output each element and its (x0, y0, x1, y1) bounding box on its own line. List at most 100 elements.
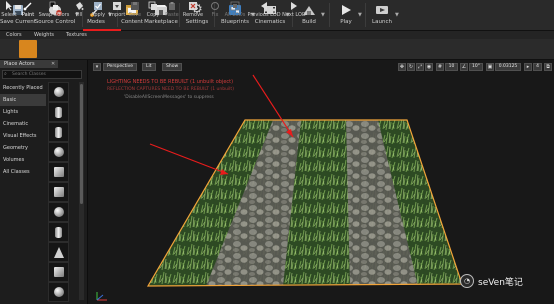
build-dropdown-icon[interactable]: ▼ (321, 12, 325, 18)
paste-icon (167, 1, 177, 11)
swap-colors-button[interactable]: Swap Colors (38, 0, 70, 20)
import-button[interactable]: Import (108, 0, 126, 20)
plane-icon (53, 267, 64, 277)
search-icon: ⌕ (4, 71, 7, 77)
fix-button[interactable]: Fix (210, 0, 220, 20)
search-input[interactable]: Search Classes (2, 70, 82, 79)
apply-button[interactable]: Apply (90, 0, 106, 20)
scale-value[interactable]: 0.03125 (495, 63, 521, 71)
remove-label: Remove (182, 12, 204, 18)
grid-value[interactable]: 10 (445, 63, 458, 71)
remove-button[interactable]: Remove (182, 0, 204, 20)
lit-button[interactable]: Lit (142, 63, 156, 71)
suppress-hint: 'DisableAllScreenMessages' to suppress (124, 95, 214, 100)
actor-slot[interactable] (48, 182, 69, 202)
category-cinematic[interactable]: Cinematic (0, 118, 46, 130)
actor-slot[interactable] (48, 242, 69, 262)
fix-label: Fix (211, 12, 219, 18)
fill-tool-button[interactable]: Fill (72, 0, 86, 20)
launch-label: Launch (372, 19, 392, 25)
actor-slot[interactable] (48, 82, 69, 102)
translate-icon[interactable]: ✥ (398, 63, 406, 71)
pawn-icon (55, 126, 62, 138)
apply-label: Apply (90, 12, 106, 18)
place-actors-tab[interactable]: Place Actors (0, 60, 58, 68)
scale-icon[interactable]: ⤢ (416, 63, 424, 71)
play-button[interactable]: Play (336, 1, 356, 29)
actor-slot[interactable] (48, 262, 69, 282)
toolbar-separator (365, 3, 366, 27)
terrain-plane (148, 120, 462, 286)
actor-slot[interactable] (48, 162, 69, 182)
play-icon (339, 3, 353, 17)
toolbar-separator (329, 3, 330, 27)
category-recently-placed[interactable]: Recently Placed (0, 82, 46, 94)
sphere-icon (53, 147, 64, 157)
category-volumes[interactable]: Volumes (0, 154, 46, 166)
sphere-icon (53, 87, 64, 97)
actor-slot[interactable] (48, 142, 69, 162)
import-icon (112, 1, 122, 11)
cube-icon (53, 187, 64, 197)
category-basic[interactable]: Basic (0, 94, 46, 106)
next-lod-button[interactable]: Next LOD (282, 0, 306, 20)
scale-snap-icon[interactable]: ▣ (486, 63, 494, 71)
actor-slot[interactable] (48, 102, 69, 122)
select-tool-label: Select (1, 12, 17, 18)
import-label: Import (108, 12, 126, 18)
save-icon (130, 1, 140, 11)
remove-icon (188, 1, 198, 11)
sphere-icon (53, 287, 64, 297)
paint-tool-button[interactable]: Paint (20, 0, 36, 20)
select-tool-button[interactable]: Select (1, 0, 17, 20)
category-visual-effects[interactable]: Visual Effects (0, 130, 46, 142)
angle-snap-icon[interactable]: ∠ (460, 63, 468, 71)
paint-tool-label: Paint (21, 12, 35, 18)
launch-dropdown-icon[interactable]: ▼ (395, 12, 399, 18)
launch-button[interactable]: Launch (370, 1, 394, 29)
play-dropdown-icon[interactable]: ▼ (358, 12, 362, 18)
paste-label: Paste (165, 12, 179, 18)
angle-value[interactable]: 10° (469, 63, 483, 71)
category-all-classes[interactable]: All Classes (0, 166, 46, 178)
save-button[interactable]: Save (128, 0, 142, 20)
fill-tool-label: Fill (75, 12, 83, 18)
previous-lod-button[interactable]: Previous LOD (247, 0, 281, 20)
bucket-icon (74, 1, 84, 11)
perspective-button[interactable]: Perspective (103, 63, 138, 71)
tab-textures[interactable]: Textures (66, 31, 87, 39)
swap-colors-label: Swap Colors (38, 12, 70, 18)
wechat-icon: ◔ (460, 274, 474, 288)
rotate-icon[interactable]: ↻ (407, 63, 415, 71)
paste-button[interactable]: Paste (164, 0, 180, 20)
axis-gizmo (95, 290, 115, 304)
camera-speed-icon[interactable]: ▸ (524, 63, 532, 71)
actor-slot[interactable] (48, 222, 69, 242)
sphere-icon (53, 207, 64, 217)
actor-slot[interactable] (48, 122, 69, 142)
check-icon (93, 1, 103, 11)
actor-slot[interactable] (48, 282, 69, 302)
next-icon (289, 1, 299, 11)
viewport-options-icon[interactable]: ▾ (93, 63, 101, 71)
category-lights[interactable]: Lights (0, 106, 46, 118)
tab-weights[interactable]: Weights (34, 31, 54, 39)
cube-icon (53, 167, 64, 177)
copy-button[interactable]: Copy (146, 0, 160, 20)
tab-colors[interactable]: Colors (6, 31, 22, 39)
paintbrush-icon (23, 1, 33, 11)
world-icon[interactable]: ◉ (425, 63, 433, 71)
all-lods-button[interactable]: All LODs (224, 0, 246, 20)
previous-lod-label: Previous LOD (247, 12, 281, 18)
scrollbar-thumb[interactable] (80, 84, 83, 204)
actor-slot[interactable] (48, 202, 69, 222)
category-geometry[interactable]: Geometry (0, 142, 46, 154)
grid-snap-icon[interactable]: # (436, 63, 444, 71)
watermark: ◔ seVen笔记 (460, 274, 523, 288)
show-button[interactable]: Show (162, 63, 183, 71)
maximize-icon[interactable]: ⧉ (544, 63, 552, 71)
lods-icon (230, 1, 240, 11)
camera-speed-value[interactable]: 4 (533, 63, 542, 71)
close-icon[interactable]: ✕ (51, 60, 57, 68)
copy-label: Copy (146, 12, 160, 18)
